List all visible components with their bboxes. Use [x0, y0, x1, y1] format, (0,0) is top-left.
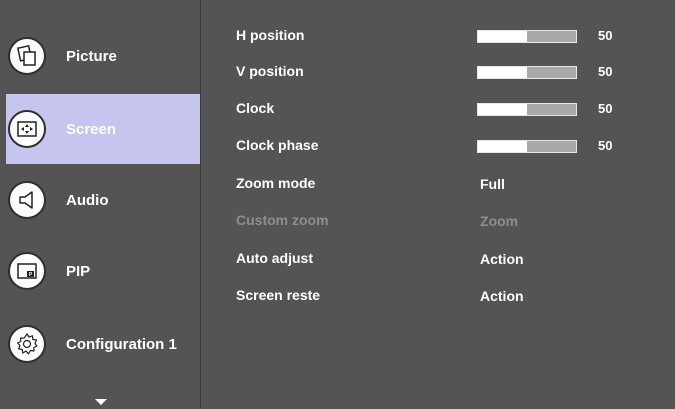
setting-value: 50	[598, 64, 613, 79]
chevron-down-icon[interactable]	[95, 399, 107, 405]
osd-menu: Picture Screen Audio P PIP Configuration…	[0, 0, 675, 409]
setting-row-zoom-mode[interactable]: Zoom mode Full	[236, 175, 656, 195]
h-position-slider[interactable]	[477, 30, 577, 43]
audio-icon	[8, 181, 46, 219]
configuration-icon	[8, 325, 46, 363]
setting-label: Clock phase	[236, 137, 319, 153]
setting-row-clock-phase[interactable]: Clock phase 50	[236, 137, 656, 157]
sidebar-item-label: Audio	[66, 191, 109, 209]
setting-value: 50	[598, 28, 613, 43]
slider-fill	[478, 104, 527, 115]
sidebar-item-audio[interactable]: Audio	[6, 165, 200, 235]
auto-adjust-action-button[interactable]: Action	[480, 251, 524, 267]
setting-label: H position	[236, 27, 305, 43]
setting-label: Auto adjust	[236, 250, 313, 266]
setting-row-auto-adjust[interactable]: Auto adjust Action	[236, 250, 656, 270]
slider-fill	[478, 67, 527, 78]
sidebar-item-label: Configuration 1	[66, 335, 177, 353]
setting-value: 50	[598, 101, 613, 116]
setting-label: V position	[236, 63, 304, 79]
sidebar-item-picture[interactable]: Picture	[6, 21, 200, 91]
screen-reset-action-button[interactable]: Action	[480, 288, 524, 304]
setting-label: Zoom mode	[236, 175, 316, 191]
sidebar-item-screen[interactable]: Screen	[6, 94, 200, 164]
slider-fill	[478, 141, 527, 152]
zoom-mode-value[interactable]: Full	[480, 176, 505, 192]
picture-icon	[8, 37, 46, 75]
clock-phase-slider[interactable]	[477, 140, 577, 153]
sidebar-item-configuration-1[interactable]: Configuration 1	[6, 309, 200, 379]
sidebar-item-label: Screen	[66, 120, 117, 138]
setting-row-h-position[interactable]: H position 50	[236, 27, 656, 47]
setting-label: Clock	[236, 100, 275, 116]
sidebar-item-label: PIP	[66, 262, 91, 280]
setting-row-clock[interactable]: Clock 50	[236, 100, 656, 120]
setting-row-screen-reset[interactable]: Screen reste Action	[236, 287, 656, 307]
setting-label: Custom zoom	[236, 212, 329, 228]
sidebar: Picture Screen Audio P PIP Configuration…	[0, 0, 201, 409]
clock-slider[interactable]	[477, 103, 577, 116]
setting-row-custom-zoom: Custom zoom Zoom	[236, 212, 656, 232]
slider-fill	[478, 31, 527, 42]
pip-icon: P	[8, 252, 46, 290]
sidebar-item-pip[interactable]: P PIP	[6, 236, 200, 306]
screen-icon	[8, 110, 46, 148]
sidebar-item-label: Picture	[66, 47, 117, 65]
custom-zoom-value: Zoom	[480, 213, 519, 229]
setting-value: 50	[598, 138, 613, 153]
setting-label: Screen reste	[236, 287, 321, 303]
setting-row-v-position[interactable]: V position 50	[236, 63, 656, 83]
v-position-slider[interactable]	[477, 66, 577, 79]
